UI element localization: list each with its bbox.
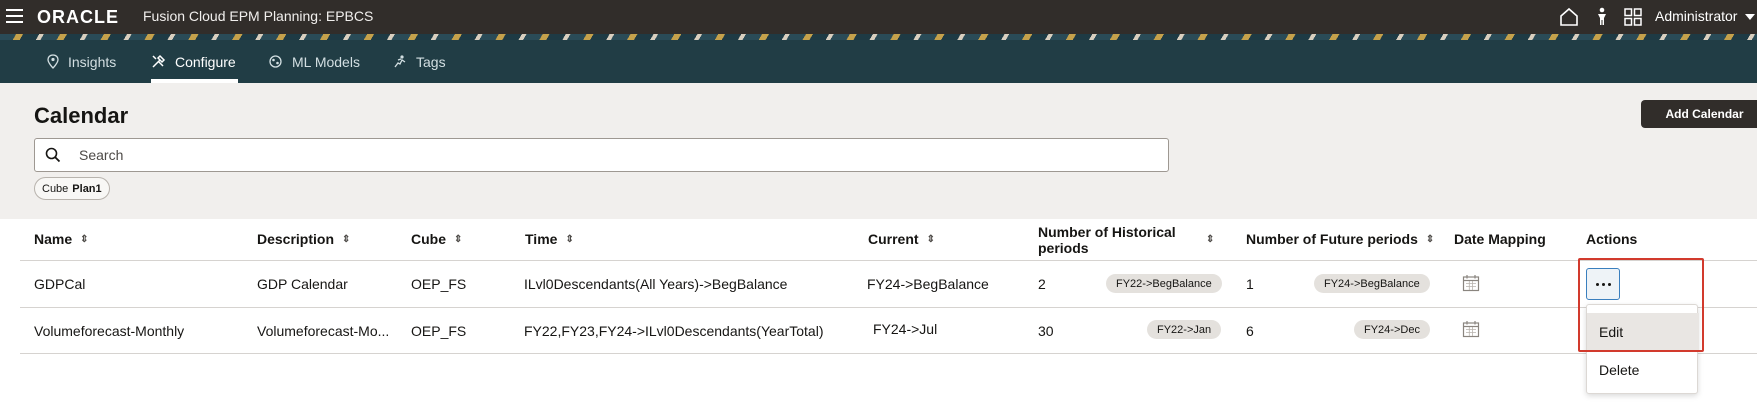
historical-start-badge: FY22->Jan: [1147, 320, 1222, 339]
menu-item-delete[interactable]: Delete: [1587, 351, 1699, 388]
cell-historical-count: 2: [1038, 276, 1046, 292]
column-label: Cube: [411, 231, 446, 247]
column-header-description[interactable]: Description ⇕: [257, 231, 350, 247]
cell-name: Volumeforecast-Monthly: [34, 323, 185, 339]
search-icon: [45, 147, 61, 163]
location-pin-icon: [47, 54, 59, 69]
cell-current: FY24->Jul: [873, 321, 938, 337]
row-actions-button[interactable]: [1586, 268, 1620, 300]
column-header-actions: Actions: [1586, 231, 1637, 247]
row-divider: [20, 353, 1757, 354]
oracle-logo: ORACLE: [37, 7, 119, 27]
tab-label: Tags: [416, 53, 446, 70]
tools-icon: [152, 54, 166, 68]
cell-name: GDPCal: [34, 276, 86, 292]
column-label: Date Mapping: [1454, 231, 1546, 247]
user-menu[interactable]: Administrator: [1655, 8, 1756, 24]
column-label: Time: [525, 231, 558, 247]
cell-cube: OEP_FS: [411, 276, 467, 292]
menu-item-edit[interactable]: Edit: [1587, 313, 1699, 350]
tab-label: Insights: [68, 53, 117, 70]
ml-icon: [269, 55, 282, 68]
sort-icon[interactable]: ⇕: [1426, 234, 1434, 245]
tab-bar: Insights Configure ML Models Tags: [0, 40, 1757, 83]
calendar-icon[interactable]: [1462, 274, 1480, 292]
search-bar[interactable]: [34, 138, 1169, 172]
future-end-badge: FY24->BegBalance: [1314, 274, 1430, 293]
cell-time: ILvl0Descendants(All Years)->BegBalance: [524, 276, 788, 292]
cell-current: FY24->BegBalance: [867, 276, 989, 292]
app-title: Fusion Cloud EPM Planning: EPBCS: [143, 8, 374, 24]
column-label: Name: [34, 231, 73, 247]
column-label: Number of Historical periods: [1038, 224, 1176, 256]
actions-menu: Edit Delete: [1586, 304, 1699, 394]
chip-value: Plan1: [72, 182, 102, 195]
column-label: Actions: [1586, 231, 1638, 247]
cell-future-count: 6: [1246, 323, 1254, 339]
tag-run-icon: [394, 55, 406, 68]
sort-icon[interactable]: ⇕: [342, 234, 350, 245]
sort-icon[interactable]: ⇕: [454, 234, 462, 245]
tab-tags[interactable]: Tags: [392, 40, 446, 83]
top-header: ORACLE Fusion Cloud EPM Planning: EPBCS …: [0, 0, 1757, 34]
column-header-name[interactable]: Name ⇕: [34, 231, 89, 247]
row-divider: [20, 307, 1757, 308]
column-label: Current: [868, 231, 919, 247]
sort-icon[interactable]: ⇕: [565, 234, 573, 245]
user-name: Administrator: [1655, 8, 1738, 24]
home-icon[interactable]: [1558, 6, 1580, 28]
search-input[interactable]: [79, 145, 1149, 165]
column-header-time[interactable]: Time ⇕: [525, 231, 574, 247]
tab-label: ML Models: [292, 53, 360, 70]
future-end-badge: FY24->Dec: [1354, 320, 1430, 339]
page-title: Calendar: [34, 103, 129, 128]
navigator-icon[interactable]: [1622, 6, 1644, 28]
column-header-future-periods[interactable]: Number of Future periods ⇕: [1246, 231, 1434, 247]
column-label: Description: [257, 231, 335, 247]
calendar-icon[interactable]: [1462, 320, 1480, 338]
column-header-cube[interactable]: Cube ⇕: [411, 231, 462, 247]
menu-icon[interactable]: [6, 9, 23, 23]
column-header-current[interactable]: Current ⇕: [868, 231, 935, 247]
header-divider: [20, 260, 1757, 261]
cell-description: GDP Calendar: [257, 276, 348, 292]
chip-label: Cube: [42, 182, 69, 195]
add-calendar-button[interactable]: Add Calendar: [1641, 100, 1757, 128]
sort-icon[interactable]: ⇕: [80, 234, 88, 245]
tab-label: Configure: [175, 53, 236, 70]
cell-future-count: 1: [1246, 276, 1254, 292]
tab-configure[interactable]: Configure: [151, 40, 238, 83]
cube-filter-chip[interactable]: Cube Plan1: [34, 177, 110, 200]
page-header: Calendar Add Calendar Cube Plan1: [0, 83, 1757, 219]
cell-description: Volumeforecast-Mo...: [257, 323, 390, 339]
column-label: Number of Future periods: [1246, 231, 1418, 247]
sort-icon[interactable]: ⇕: [1206, 232, 1214, 248]
column-header-historical-periods[interactable]: Number of Historical periods ⇕: [1038, 224, 1218, 256]
chevron-down-icon: [1745, 14, 1756, 20]
column-header-date-mapping: Date Mapping: [1454, 231, 1546, 247]
sort-icon[interactable]: ⇕: [927, 234, 935, 245]
cell-historical-count: 30: [1038, 323, 1054, 339]
tab-insights[interactable]: Insights: [47, 40, 116, 83]
cell-time: FY22,FY23,FY24->ILvl0Descendants(YearTot…: [524, 323, 824, 339]
accessibility-icon[interactable]: [1591, 6, 1613, 28]
cell-cube: OEP_FS: [411, 323, 467, 339]
historical-start-badge: FY22->BegBalance: [1106, 274, 1222, 293]
tab-ml-models[interactable]: ML Models: [268, 40, 360, 83]
